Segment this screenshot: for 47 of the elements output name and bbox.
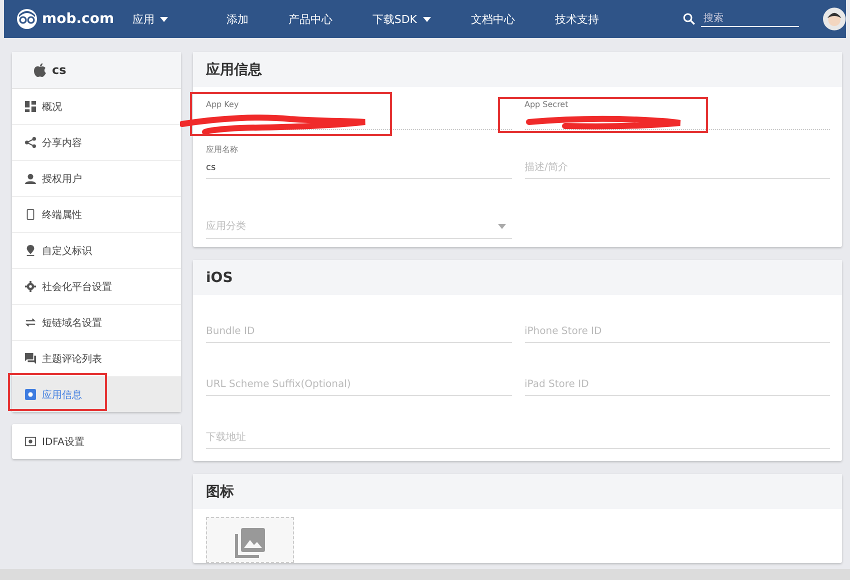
caret-icon <box>498 224 506 228</box>
apple-icon <box>34 63 46 77</box>
settings-icon <box>25 281 36 292</box>
sidebar-item[interactable]: 短链域名设置 <box>12 305 181 341</box>
sidebar-item[interactable]: 终端属性 <box>12 197 181 233</box>
location-pin-icon <box>25 245 36 256</box>
field-label: App Secret <box>524 100 570 109</box>
text-field[interactable]: Bundle ID <box>206 324 512 343</box>
logo-text[interactable]: mob.com <box>42 11 114 27</box>
search-icon[interactable] <box>683 12 696 26</box>
avatar-icon[interactable] <box>823 6 846 32</box>
nav-link[interactable]: 应用 <box>132 12 168 26</box>
section-title: iOS <box>193 260 842 295</box>
field-label: App Key <box>206 100 240 109</box>
section-title: 图标 <box>193 474 842 509</box>
sidebar-item[interactable]: 分享内容 <box>12 125 181 161</box>
chat-bubbles-icon <box>25 353 36 364</box>
swap-arrows-icon <box>25 317 36 328</box>
sidebar-item[interactable]: 社会化平台设置 <box>12 269 181 305</box>
sidebar-item[interactable]: 概况 <box>12 89 181 125</box>
sidebar-item[interactable]: 授权用户 <box>12 161 181 197</box>
nav-link[interactable]: 下载SDK <box>372 12 432 26</box>
nav-link[interactable]: 文档中心 <box>471 12 516 26</box>
gear-square-icon <box>25 389 36 400</box>
nav-link[interactable]: 产品中心 <box>288 12 332 26</box>
text-field[interactable]: URL Scheme Suffix(Optional) <box>206 377 512 396</box>
dashboard-icon <box>25 101 36 112</box>
text-field[interactable]: 下载地址 <box>206 430 830 449</box>
text-field[interactable]: iPad Store ID <box>524 377 830 396</box>
search-field[interactable]: 搜索 <box>701 11 800 27</box>
field-label: 应用名称 <box>206 144 239 155</box>
image-stack-icon <box>235 528 265 558</box>
share-icon <box>25 137 36 148</box>
glasses-face-icon <box>16 8 38 30</box>
sidebar-item[interactable]: IDFA设置 <box>12 424 181 459</box>
id-card-icon <box>25 436 36 447</box>
app-name: cs <box>52 63 66 77</box>
section-title: 应用信息 <box>193 52 842 87</box>
phone-icon <box>25 209 36 220</box>
text-field[interactable]: 描述/简介 <box>524 160 830 179</box>
person-icon <box>25 173 36 184</box>
nav-link[interactable]: 添加 <box>226 12 248 26</box>
sidebar-item[interactable]: 自定义标识 <box>12 233 181 269</box>
text-field[interactable]: cs <box>206 161 512 179</box>
text-field[interactable]: iPhone Store ID <box>524 324 830 343</box>
nav-link[interactable]: 技术支持 <box>555 12 600 26</box>
upload-area[interactable] <box>206 517 294 563</box>
